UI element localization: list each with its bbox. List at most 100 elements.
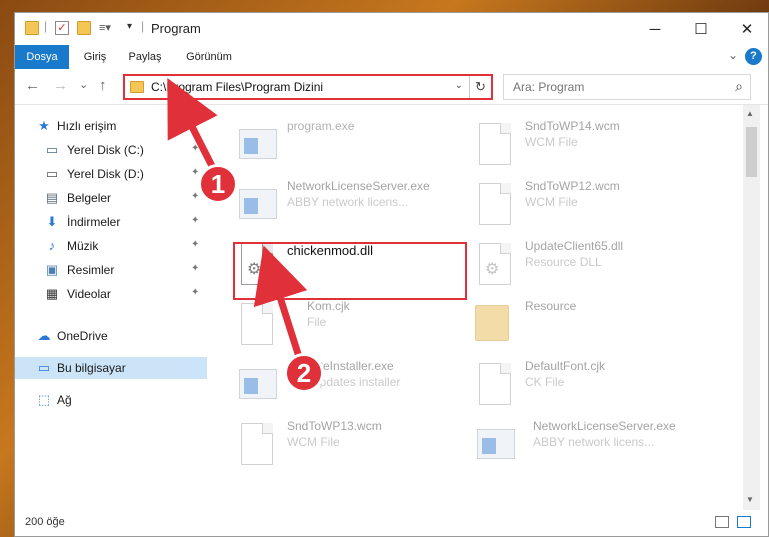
pin-icon[interactable]: ✦	[191, 263, 199, 274]
file-name: ateInstaller.exe	[313, 359, 394, 373]
file-type: ABBY network licens...	[287, 195, 409, 209]
folder-icon	[475, 305, 509, 341]
file-item[interactable]: Resource	[471, 297, 711, 349]
title-bar: | ✓ ≡▾ ▾ | Program ─ ☐ ✕	[15, 13, 768, 45]
step-1-badge: 1	[198, 164, 238, 204]
sidebar-item-downloads[interactable]: ⬇ İndirmeler ✦	[15, 211, 207, 233]
sidebar-item-onedrive[interactable]: ☁ OneDrive	[15, 325, 207, 347]
dropdown-arrow-icon[interactable]: ▾	[127, 21, 141, 35]
scroll-up-icon[interactable]: ▲	[746, 109, 754, 118]
file-name: NetworkLicenseServer.exe	[533, 419, 676, 433]
sidebar-item-label: OneDrive	[57, 329, 108, 343]
pin-icon[interactable]: ✦	[191, 287, 199, 298]
file-type: ABBY network licens...	[533, 435, 655, 449]
sidebar-item-videos[interactable]: ▦ Videolar ✦	[15, 283, 207, 305]
close-button[interactable]: ✕	[724, 13, 769, 45]
pin-icon[interactable]: ✦	[191, 143, 199, 154]
new-folder-icon[interactable]	[77, 21, 91, 35]
folder-icon	[25, 21, 39, 35]
back-button[interactable]: ←	[25, 77, 40, 94]
file-item[interactable]: NetworkLicenseServer.exe ABBY network li…	[233, 177, 473, 229]
tab-paylas[interactable]: Paylaş	[121, 45, 169, 69]
file-item[interactable]: ateInstaller.exe updates installer	[233, 357, 473, 409]
vertical-scrollbar[interactable]: ▲ ▼	[743, 105, 760, 510]
file-name: SndToWP13.wcm	[287, 419, 382, 433]
file-type: Resource DLL	[525, 255, 602, 269]
exe-icon	[239, 189, 277, 219]
step-2-badge: 2	[284, 353, 324, 393]
pin-icon[interactable]: ✦	[191, 167, 199, 178]
sidebar-item-pictures[interactable]: ▣ Resimler ✦	[15, 259, 207, 281]
forward-button[interactable]: →	[53, 77, 68, 94]
gear-icon: ⚙	[485, 261, 500, 278]
pin-icon[interactable]: ✦	[191, 191, 199, 202]
file-name: Resource	[525, 299, 577, 313]
minimize-button[interactable]: ─	[632, 13, 678, 45]
up-button[interactable]: ↑	[99, 77, 107, 94]
file-type: updates installer	[313, 375, 401, 389]
file-icon	[241, 423, 273, 465]
refresh-button[interactable]: ↻	[469, 76, 491, 98]
properties-icon[interactable]: ✓	[55, 21, 69, 35]
scroll-thumb[interactable]	[746, 127, 757, 177]
drive-icon: ▭	[45, 166, 59, 181]
file-name: Kom.cjk	[307, 299, 350, 313]
pin-icon[interactable]: ✦	[191, 215, 199, 226]
ribbon-tabs: Dosya Giriş Paylaş Görünüm ⌄ ?	[15, 45, 768, 69]
highlight-box	[233, 242, 467, 300]
videos-icon: ▦	[45, 286, 59, 301]
computer-icon: ▭	[37, 360, 51, 375]
address-dropdown-icon[interactable]: ⌄	[455, 80, 463, 91]
search-box[interactable]: ⌕	[503, 74, 751, 100]
file-icon	[479, 123, 511, 165]
file-icon	[241, 303, 273, 345]
file-item[interactable]: SndToWP13.wcm WCM File	[233, 417, 473, 469]
file-item[interactable]: ⚙ UpdateClient65.dll Resource DLL	[471, 237, 711, 289]
recent-locations-button[interactable]: ⌄	[79, 78, 88, 91]
pin-icon[interactable]: ✦	[191, 239, 199, 250]
file-item[interactable]: Kom.cjk File	[233, 297, 473, 349]
file-type: File	[307, 315, 327, 329]
sidebar-item-local-disk-d[interactable]: ▭ Yerel Disk (D:) ✦	[15, 163, 207, 185]
file-item[interactable]: SndToWP14.wcm WCM File	[471, 117, 711, 169]
sidebar-item-this-pc[interactable]: ▭ Bu bilgisayar	[15, 357, 207, 379]
file-name: program.exe	[287, 119, 355, 133]
file-item[interactable]: program.exe	[233, 117, 473, 169]
file-item[interactable]: NetworkLicenseServer.exe ABBY network li…	[471, 417, 711, 469]
help-icon[interactable]: ?	[745, 48, 762, 65]
sidebar-item-local-disk-c[interactable]: ▭ Yerel Disk (C:) ✦	[15, 139, 207, 161]
file-icon	[479, 183, 511, 225]
sidebar-item-label: İndirmeler	[67, 215, 121, 229]
pictures-icon: ▣	[45, 262, 59, 277]
tab-giris[interactable]: Giriş	[75, 45, 115, 69]
sidebar-item-label: Resimler	[67, 263, 115, 277]
maximize-button[interactable]: ☐	[678, 13, 724, 45]
search-icon[interactable]: ⌕	[735, 78, 743, 95]
sidebar-item-documents[interactable]: ▤ Belgeler ✦	[15, 187, 207, 209]
exe-icon	[239, 369, 277, 399]
tab-dosya[interactable]: Dosya	[15, 45, 69, 69]
music-icon: ♪	[48, 238, 56, 253]
large-icons-view-icon[interactable]	[737, 516, 751, 528]
file-item[interactable]: DefaultFont.cjk CK File	[471, 357, 711, 409]
file-name: SndToWP14.wcm	[525, 119, 620, 133]
sidebar-item-network[interactable]: ⬚ Ağ	[15, 389, 207, 411]
expand-ribbon-icon[interactable]: ⌄	[728, 48, 738, 62]
address-path: C:\Program Files\Program Dizini	[151, 80, 324, 94]
explorer-window: | ✓ ≡▾ ▾ | Program ─ ☐ ✕ Dosya Giriş Pay…	[14, 12, 769, 537]
sidebar-item-label: Belgeler	[67, 191, 112, 205]
search-input[interactable]	[504, 75, 724, 99]
file-item[interactable]: SndToWP12.wcm WCM File	[471, 177, 711, 229]
exe-icon	[477, 429, 515, 459]
sidebar-item-quick-access[interactable]: ★ Hızlı erişim	[15, 115, 207, 137]
details-view-icon[interactable]	[715, 516, 729, 528]
address-bar[interactable]: C:\Program Files\Program Dizini ⌄ ↻	[123, 74, 493, 100]
scroll-down-icon[interactable]: ▼	[746, 495, 754, 504]
download-icon: ⬇	[46, 214, 58, 229]
sidebar-item-label: Müzik	[67, 239, 99, 253]
separator: |	[141, 19, 145, 33]
sidebar-item-music[interactable]: ♪ Müzik ✦	[15, 235, 207, 257]
customize-quick-access-icon[interactable]: ≡▾	[99, 21, 113, 35]
tab-gorunum[interactable]: Görünüm	[179, 45, 239, 69]
item-count: 200 öğe	[25, 516, 65, 528]
